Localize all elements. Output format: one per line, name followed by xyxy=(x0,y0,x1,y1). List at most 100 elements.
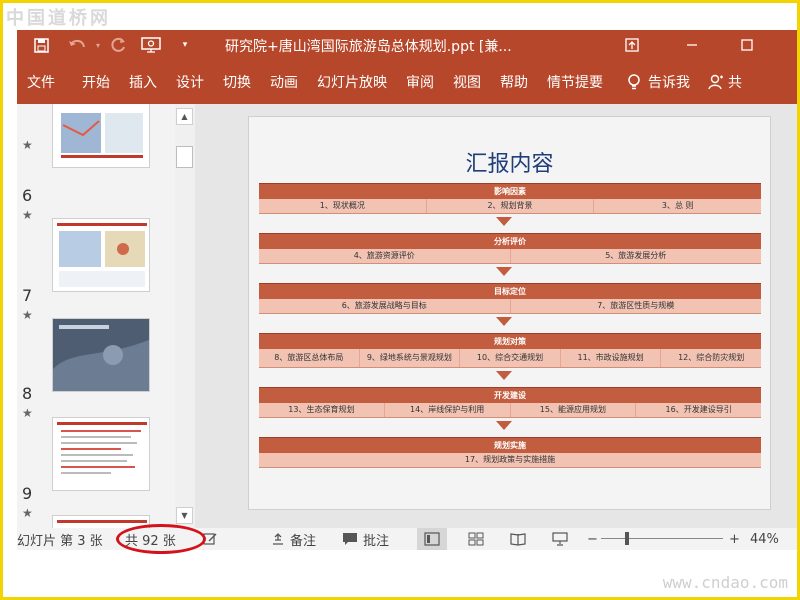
notes-label: 备注 xyxy=(290,533,317,549)
slide-title: 汇报内容 xyxy=(465,152,554,177)
notes-button[interactable]: 备注 xyxy=(271,530,317,549)
slide-thumbnails-pane: ★ 6 ★ 7 ★ 8 ★ 9 ★ xyxy=(17,104,175,528)
undo-dropdown-icon[interactable]: ▾ xyxy=(91,30,105,60)
section-items: 1、现状概况 2、规划背景 3、总 则 xyxy=(259,199,761,214)
zoom-slider[interactable] xyxy=(601,538,723,539)
zoom-out-button[interactable]: − xyxy=(587,530,598,548)
down-arrow-icon xyxy=(496,371,512,380)
lightbulb-icon xyxy=(628,74,640,90)
agenda-item: 6、旅游发展战略与目标 xyxy=(259,299,511,313)
animation-star-icon: ★ xyxy=(22,506,33,520)
slide-sorter-icon[interactable] xyxy=(461,528,491,550)
section-items: 13、生态保育规划 14、岸线保护与利用 15、能源应用规划 16、开发建设导引 xyxy=(259,403,761,418)
tab-storyboarding[interactable]: 情节提要 xyxy=(547,72,603,92)
section-factors: 影响因素 1、现状概况 2、规划背景 3、总 则 xyxy=(259,183,761,214)
section-items: 6、旅游发展战略与目标 7、旅游区性质与规模 xyxy=(259,299,761,314)
agenda-item: 16、开发建设导引 xyxy=(665,405,732,414)
agenda-item: 8、旅游区总体布局 xyxy=(259,349,360,367)
tab-slideshow[interactable]: 幻灯片放映 xyxy=(317,72,387,92)
reading-view-icon[interactable] xyxy=(503,528,533,550)
slide-thumbnail-7[interactable] xyxy=(52,318,150,392)
slide-number: 8 xyxy=(22,384,33,403)
section-items: 8、旅游区总体布局 9、绿地系统与景观规划 10、综合交通规划 11、市政设施规… xyxy=(259,349,761,368)
current-slide[interactable]: 汇报内容 影响因素 1、现状概况 2、规划背景 3、总 则 分析评价 4、旅游资… xyxy=(248,116,771,510)
powerpoint-window: ▾ ▾ 研究院+唐山湾国际旅游岛总体规划.ppt [兼... 文件 开始 插入 … xyxy=(17,30,800,550)
watermark-bottom: www.cndao.com xyxy=(662,573,788,592)
agenda-item: 14、岸线保护与利用 xyxy=(385,403,511,417)
maximize-button[interactable] xyxy=(727,30,767,60)
notes-icon xyxy=(273,533,283,545)
minimize-button[interactable] xyxy=(672,30,712,60)
slide-number: 6 xyxy=(22,186,33,205)
agenda-item: 9、绿地系统与景观规划 xyxy=(360,349,461,367)
section-development: 开发建设 13、生态保育规划 14、岸线保护与利用 15、能源应用规划 16、开… xyxy=(259,387,761,418)
section-head: 规划实施 xyxy=(259,437,761,453)
tab-transitions[interactable]: 切换 xyxy=(223,72,251,92)
tab-animations[interactable]: 动画 xyxy=(270,72,298,92)
zoom-in-button[interactable]: + xyxy=(729,530,740,548)
zoom-slider-knob[interactable] xyxy=(625,532,629,545)
comment-icon xyxy=(343,533,357,545)
animation-star-icon: ★ xyxy=(22,208,33,222)
agenda-item: 11、市政设施规划 xyxy=(561,349,662,367)
tell-me-box[interactable]: 告诉我 xyxy=(626,72,690,92)
animation-star-icon: ★ xyxy=(22,138,33,152)
redo-icon[interactable] xyxy=(105,30,133,60)
tab-review[interactable]: 审阅 xyxy=(406,72,434,92)
agenda-item: 13、生态保育规划 xyxy=(259,403,385,417)
slide-indicator: 幻灯片 第 3 张 xyxy=(17,533,103,549)
thumbnail-scrollbar[interactable]: ▲ ▼ xyxy=(175,104,195,528)
save-icon[interactable] xyxy=(27,30,55,60)
agenda-item: 5、旅游发展分析 xyxy=(605,251,667,260)
scroll-down-icon[interactable]: ▼ xyxy=(176,507,193,524)
customize-qat-icon[interactable]: ▾ xyxy=(171,30,199,60)
agenda-item: 4、旅游资源评价 xyxy=(259,249,511,263)
tab-insert[interactable]: 插入 xyxy=(129,72,157,92)
slide-number: 9 xyxy=(22,484,33,503)
scroll-up-icon[interactable]: ▲ xyxy=(176,108,193,125)
agenda-item: 10、综合交通规划 xyxy=(460,349,561,367)
share-button[interactable]: 共 xyxy=(708,72,742,92)
slide-number: 7 xyxy=(22,286,33,305)
top-strip: 中国道桥网 xyxy=(0,0,800,30)
down-arrow-icon xyxy=(496,421,512,430)
section-head: 目标定位 xyxy=(259,283,761,299)
undo-icon[interactable] xyxy=(63,30,91,60)
slide-thumbnail-5[interactable] xyxy=(52,104,150,168)
agenda-item: 17、规划政策与实施措施 xyxy=(464,455,556,464)
tab-file[interactable]: 文件 xyxy=(27,72,55,92)
section-strategy: 规划对策 8、旅游区总体布局 9、绿地系统与景观规划 10、综合交通规划 11、… xyxy=(259,333,761,368)
comments-button[interactable]: 批注 xyxy=(342,530,390,549)
document-title: 研究院+唐山湾国际旅游岛总体规划.ppt [兼... xyxy=(225,39,512,55)
agenda-item: 3、总 则 xyxy=(661,201,694,210)
section-head: 分析评价 xyxy=(259,233,761,249)
slide-thumbnail-6[interactable] xyxy=(52,218,150,292)
tab-home[interactable]: 开始 xyxy=(82,72,110,92)
tab-design[interactable]: 设计 xyxy=(176,72,204,92)
highlight-circle xyxy=(116,524,206,554)
slideshow-view-icon[interactable] xyxy=(545,528,575,550)
section-head: 开发建设 xyxy=(259,387,761,403)
agenda-item: 12、综合防灾规划 xyxy=(678,353,745,362)
agenda-item: 7、旅游区性质与规模 xyxy=(597,301,675,310)
zoom-level[interactable]: 44% xyxy=(750,530,779,548)
normal-view-icon[interactable] xyxy=(417,528,447,550)
tab-help[interactable]: 帮助 xyxy=(500,72,528,92)
tab-view[interactable]: 视图 xyxy=(453,72,481,92)
section-implementation: 规划实施 17、规划政策与实施措施 xyxy=(259,437,761,468)
titlebar: ▾ ▾ 研究院+唐山湾国际旅游岛总体规划.ppt [兼... xyxy=(17,30,800,60)
down-arrow-icon xyxy=(496,267,512,276)
section-positioning: 目标定位 6、旅游发展战略与目标 7、旅游区性质与规模 xyxy=(259,283,761,314)
watermark-top: 中国道桥网 xyxy=(6,8,111,29)
present-from-start-icon[interactable] xyxy=(137,30,165,60)
tell-me-label: 告诉我 xyxy=(648,75,690,91)
scroll-thumb[interactable] xyxy=(176,146,193,168)
slide-thumbnail-8[interactable] xyxy=(52,417,150,491)
comments-label: 批注 xyxy=(363,533,390,549)
agenda-item: 1、现状概况 xyxy=(259,199,427,213)
section-head: 影响因素 xyxy=(259,183,761,199)
section-items: 4、旅游资源评价 5、旅游发展分析 xyxy=(259,249,761,264)
ribbon-display-options-icon[interactable] xyxy=(612,30,652,60)
ribbon-tabs: 文件 开始 插入 设计 切换 动画 幻灯片放映 审阅 视图 帮助 情节提要 告诉… xyxy=(17,60,800,104)
share-label: 共 xyxy=(728,75,742,91)
